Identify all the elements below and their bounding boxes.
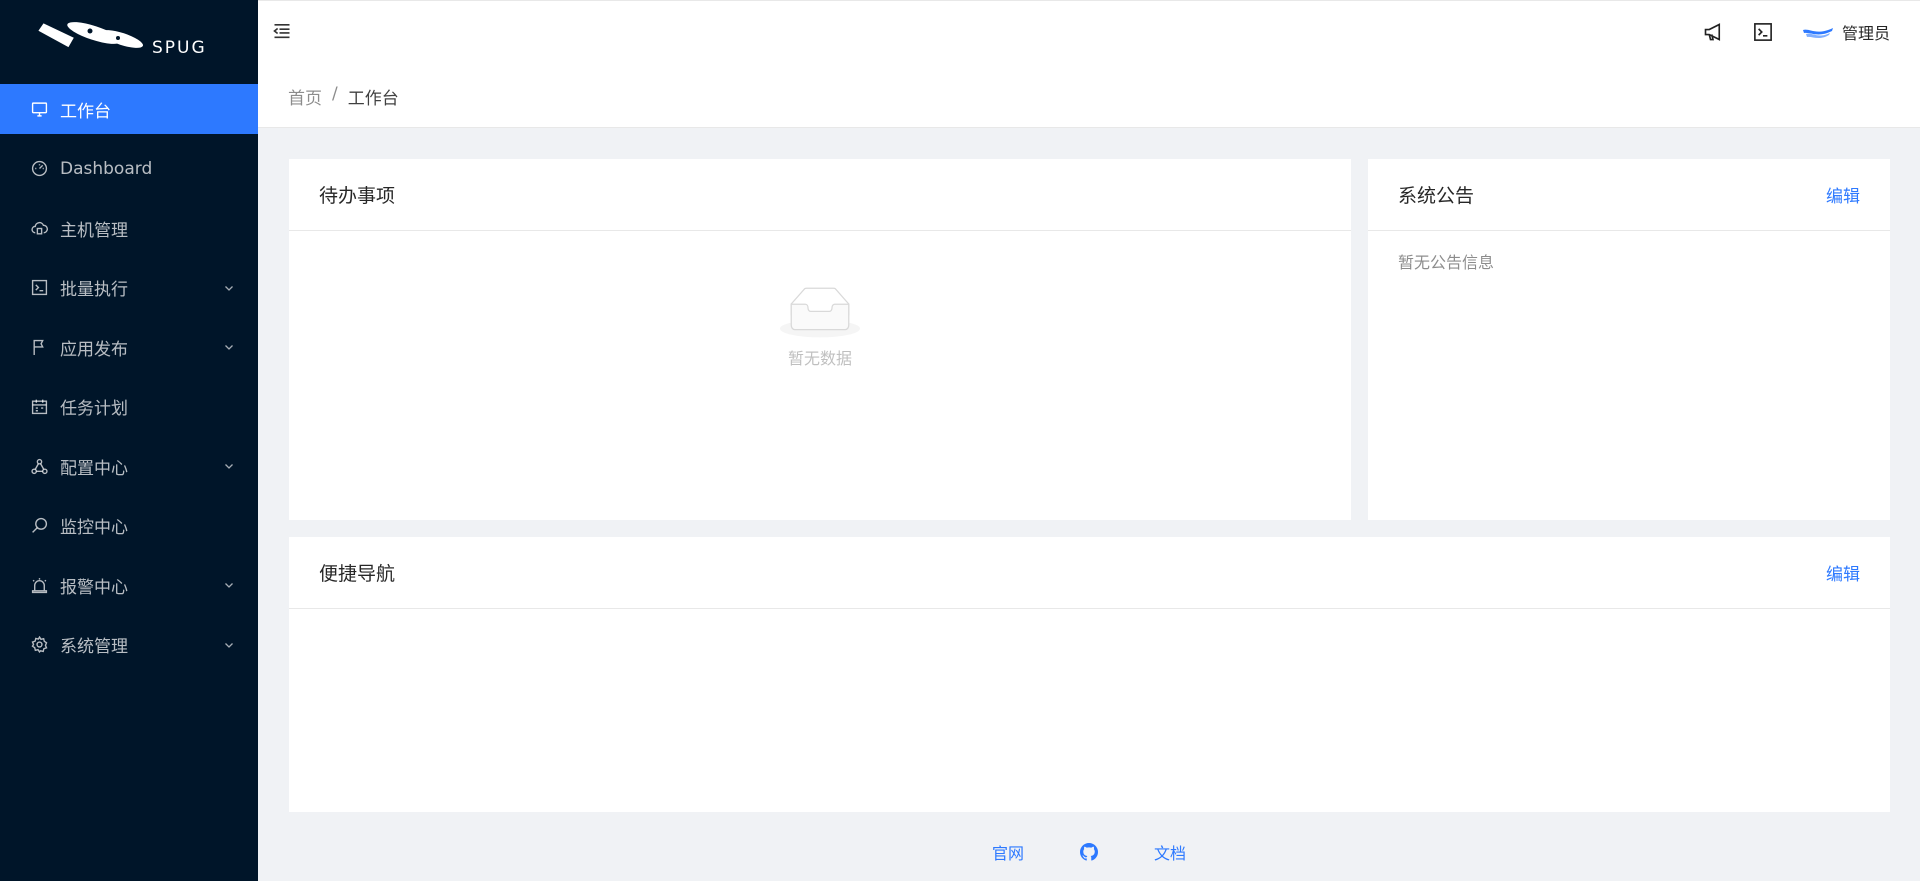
code-icon: [30, 279, 48, 297]
notice-title: 系统公告: [1398, 185, 1475, 207]
flag-icon: [30, 338, 48, 356]
sidebar-menu: 工作台 Dashboard 主机管理 批量执行 应用发布 任务计划 配置中心 监…: [0, 84, 258, 670]
todo-card-header: 待办事项: [289, 159, 1351, 231]
chevron-down-icon: [225, 583, 233, 588]
menu-fold-icon[interactable]: [272, 21, 292, 41]
breadcrumb: 首页 / 工作台: [288, 84, 399, 109]
sidebar-item-label: 主机管理: [60, 220, 128, 241]
desktop-icon: [30, 100, 48, 118]
sidebar-item-schedule[interactable]: 任务计划: [0, 382, 258, 432]
deployment-unit-icon: [30, 457, 48, 475]
quick-nav-header: 便捷导航 编辑: [289, 537, 1890, 609]
sidebar-item-config[interactable]: 配置中心: [0, 441, 258, 491]
sidebar-item-label: 配置中心: [60, 458, 128, 479]
sidebar: SPUG 工作台 Dashboard 主机管理 批量执行 应用发布 任务计划 配…: [0, 0, 258, 881]
notice-card: 系统公告 编辑 暂无公告信息: [1368, 159, 1890, 520]
chevron-down-icon: [225, 285, 233, 291]
user-name: 管理员: [1841, 24, 1890, 43]
sidebar-item-label: 应用发布: [60, 339, 128, 360]
notification-icon[interactable]: [1702, 21, 1724, 43]
sidebar-item-label: 监控中心: [60, 518, 128, 538]
chevron-down-icon: [225, 345, 233, 350]
sidebar-item-batch-exec[interactable]: 批量执行: [0, 263, 258, 313]
sidebar-item-label: 报警中心: [60, 577, 128, 598]
notice-card-header: 系统公告 编辑: [1368, 159, 1890, 231]
breadcrumb-home[interactable]: 首页: [288, 84, 322, 109]
footer: 官网 文档: [258, 840, 1920, 864]
sidebar-item-label: 工作台: [60, 101, 111, 122]
logo[interactable]: SPUG: [0, 0, 258, 84]
breadcrumb-bar: 首页 / 工作台: [258, 62, 1920, 128]
header-actions: 管理员: [1674, 1, 1890, 63]
sidebar-item-workbench[interactable]: 工作台: [0, 84, 258, 134]
breadcrumb-current: 工作台: [347, 89, 399, 109]
github-icon: [1080, 843, 1098, 861]
cloud-server-icon: [30, 219, 48, 237]
todo-title: 待办事项: [319, 185, 396, 207]
quick-nav-title: 便捷导航: [319, 563, 396, 585]
empty-text: 暂无数据: [787, 349, 852, 368]
sidebar-item-label: Dashboard: [60, 158, 153, 179]
alert-icon: [30, 576, 48, 594]
spug-logo-icon: SPUG: [38, 22, 207, 58]
quick-nav-edit-button[interactable]: 编辑: [1826, 560, 1860, 585]
sidebar-item-monitor[interactable]: 监控中心: [0, 501, 258, 551]
sidebar-item-label: 系统管理: [60, 637, 128, 657]
quick-nav-card: 便捷导航 编辑: [289, 537, 1890, 812]
footer-github-link[interactable]: [1080, 843, 1098, 861]
dashboard-icon: [30, 160, 48, 178]
footer-link-official-site[interactable]: 官网: [992, 840, 1024, 864]
sidebar-item-dashboard[interactable]: Dashboard: [0, 144, 258, 194]
top-header: 管理员: [258, 0, 1920, 62]
sidebar-item-hosts[interactable]: 主机管理: [0, 203, 258, 253]
setting-icon: [30, 636, 48, 654]
chevron-down-icon: [225, 642, 233, 648]
terminal-icon[interactable]: [1752, 21, 1774, 43]
sidebar-item-system[interactable]: 系统管理: [0, 620, 258, 670]
empty-state: 暂无数据: [289, 287, 1351, 369]
sidebar-item-deploy[interactable]: 应用发布: [0, 322, 258, 372]
notice-empty-text: 暂无公告信息: [1398, 253, 1495, 272]
sidebar-item-alarm[interactable]: 报警中心: [0, 560, 258, 610]
footer-link-docs[interactable]: 文档: [1154, 840, 1186, 864]
breadcrumb-separator: /: [332, 84, 338, 104]
svg-text:SPUG: SPUG: [152, 38, 207, 58]
chevron-down-icon: [225, 464, 233, 469]
notice-edit-button[interactable]: 编辑: [1826, 182, 1860, 207]
todo-card: 待办事项 暂无数据: [289, 159, 1351, 520]
sidebar-item-label: 任务计划: [60, 399, 128, 419]
user-menu[interactable]: 管理员: [1802, 20, 1890, 44]
avatar: [1802, 28, 1833, 39]
monitor-icon: [30, 517, 48, 535]
empty-inbox-icon: [780, 287, 860, 338]
schedule-icon: [30, 398, 48, 416]
sidebar-item-label: 批量执行: [60, 280, 128, 300]
